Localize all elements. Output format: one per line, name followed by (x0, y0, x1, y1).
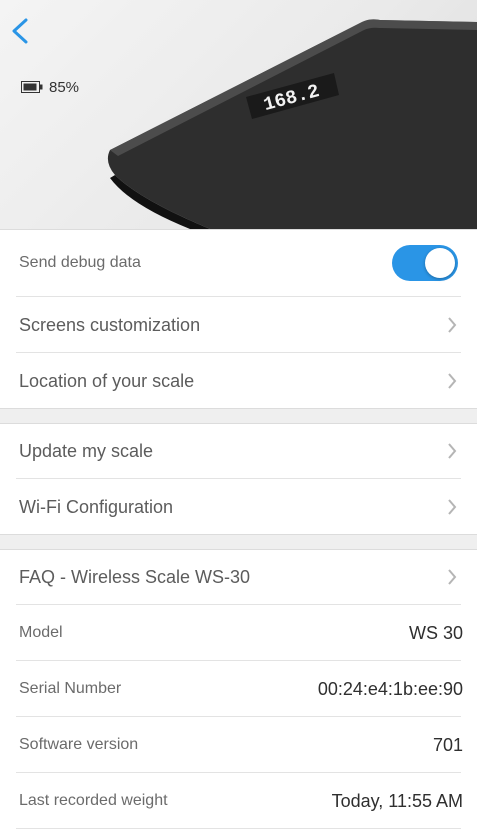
screens-customization-label: Screens customization (19, 314, 201, 335)
software-version-label: Software version (19, 736, 139, 753)
scale-illustration: 168.2 (107, 19, 477, 229)
toggle-knob (425, 248, 455, 278)
chevron-right-icon (448, 443, 457, 459)
screens-customization-row[interactable]: Screens customization (0, 297, 477, 353)
update-my-scale-label: Update my scale (19, 440, 154, 461)
back-button[interactable] (6, 14, 34, 48)
chevron-right-icon (448, 499, 457, 515)
last-recorded-weight-label: Last recorded weight (19, 792, 168, 809)
battery-status: 85% (21, 78, 79, 96)
chevron-left-icon (12, 18, 28, 44)
battery-percent: 85% (49, 78, 80, 96)
section-divider (0, 409, 477, 423)
model-row: Model WS 30 (0, 605, 477, 661)
software-version-value: 701 (432, 734, 463, 755)
software-version-row: Software version 701 (0, 717, 477, 773)
send-debug-row: Send debug data (0, 229, 477, 297)
last-recorded-weight-value: Today, 11:55 AM (331, 790, 463, 811)
last-recorded-weight-row: Last recorded weight Today, 11:55 AM (0, 773, 477, 829)
wifi-configuration-label: Wi-Fi Configuration (19, 496, 174, 517)
location-of-scale-label: Location of your scale (19, 370, 195, 391)
chevron-right-icon (448, 569, 457, 585)
model-label: Model (19, 624, 63, 641)
wifi-configuration-row[interactable]: Wi-Fi Configuration (0, 479, 477, 535)
update-my-scale-row[interactable]: Update my scale (0, 423, 477, 479)
send-debug-toggle[interactable] (392, 245, 458, 281)
location-of-scale-row[interactable]: Location of your scale (0, 353, 477, 409)
model-value: WS 30 (408, 622, 463, 643)
section-divider (0, 535, 477, 549)
faq-row[interactable]: FAQ - Wireless Scale WS-30 (0, 549, 477, 605)
chevron-right-icon (448, 373, 457, 389)
serial-number-label: Serial Number (19, 680, 122, 697)
faq-label: FAQ - Wireless Scale WS-30 (19, 566, 251, 587)
scale-hero-image: 168.2 85% (0, 0, 477, 229)
serial-number-value: 00:24:e4:1b:ee:90 (317, 678, 463, 699)
chevron-right-icon (448, 317, 457, 333)
settings-list: Send debug data Screens customization Lo… (0, 229, 477, 829)
serial-number-row: Serial Number 00:24:e4:1b:ee:90 (0, 661, 477, 717)
battery-icon (21, 81, 43, 93)
send-debug-label: Send debug data (19, 254, 141, 271)
